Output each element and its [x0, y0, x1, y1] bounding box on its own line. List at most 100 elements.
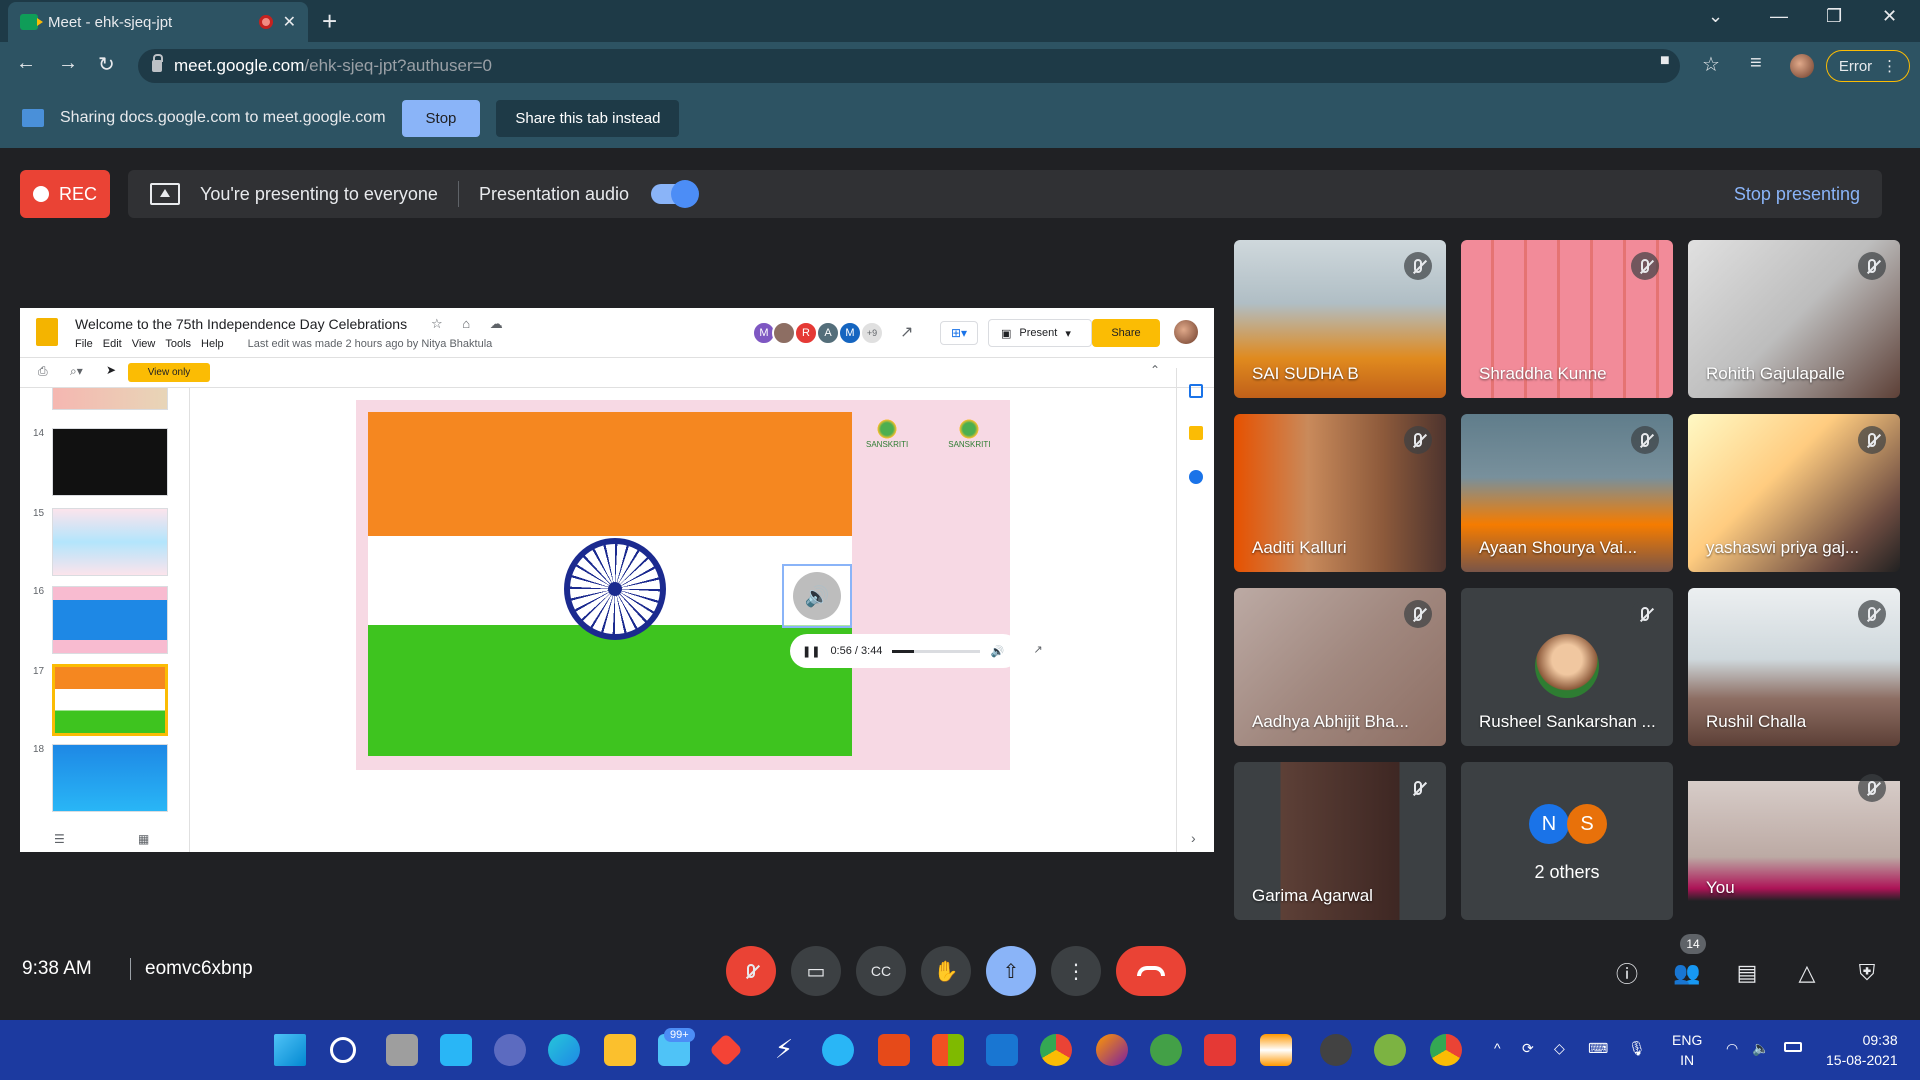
- error-button[interactable]: Error ⋮: [1826, 50, 1910, 82]
- camera-off-button[interactable]: ▭: [791, 946, 841, 996]
- collaborator-avatar[interactable]: A: [816, 321, 840, 345]
- grid-view-icon[interactable]: ▦: [138, 832, 149, 846]
- volume-icon[interactable]: 🔈: [1752, 1040, 1769, 1057]
- document-title[interactable]: Welcome to the 75th Independence Day Cel…: [75, 316, 407, 332]
- power-automate-icon[interactable]: ⚡: [768, 1034, 800, 1066]
- mic-off-button[interactable]: [726, 946, 776, 996]
- meeting-info-icon[interactable]: ⓘ: [1610, 956, 1644, 990]
- participant-tile-others[interactable]: N S 2 others: [1461, 762, 1673, 920]
- chrome-profile-icon[interactable]: [1430, 1034, 1462, 1066]
- audio-seek-bar[interactable]: [892, 649, 981, 653]
- menu-tools[interactable]: Tools: [165, 338, 191, 350]
- raise-hand-button[interactable]: ✋: [921, 946, 971, 996]
- participant-tile[interactable]: Aaditi Kalluri: [1234, 414, 1446, 572]
- more-collaborators-badge[interactable]: +9: [860, 321, 884, 345]
- activity-trend-icon[interactable]: ↗: [900, 322, 913, 342]
- keep-icon[interactable]: [1189, 426, 1203, 440]
- more-options-button[interactable]: ⋮: [1051, 946, 1101, 996]
- participant-tile[interactable]: Rusheel Sankarshan ...: [1461, 588, 1673, 746]
- tab-search-icon[interactable]: ⌄: [1708, 6, 1723, 27]
- microphone-icon[interactable]: 🎙: [1628, 1040, 1646, 1057]
- cursor-select-icon[interactable]: ➤: [106, 363, 116, 377]
- show-hidden-icons[interactable]: ^: [1494, 1040, 1501, 1056]
- language-indicator[interactable]: ENG IN: [1672, 1030, 1702, 1070]
- menu-help[interactable]: Help: [201, 338, 224, 350]
- collapse-chevron-icon[interactable]: ⌃: [1150, 363, 1160, 377]
- minimize-button[interactable]: —: [1770, 6, 1788, 27]
- edge-icon[interactable]: [548, 1034, 580, 1066]
- view-only-badge[interactable]: View only: [128, 363, 210, 382]
- leave-call-button[interactable]: [1116, 946, 1186, 996]
- utorrent-icon[interactable]: [1374, 1034, 1406, 1066]
- tasks-icon[interactable]: [1189, 470, 1203, 484]
- bookmark-star-icon[interactable]: ☆: [1702, 52, 1720, 77]
- teams-chat-icon[interactable]: [494, 1034, 526, 1066]
- battery-icon[interactable]: [1784, 1042, 1802, 1052]
- telegram-icon[interactable]: [822, 1034, 854, 1066]
- activities-icon[interactable]: △: [1790, 956, 1824, 990]
- close-window-button[interactable]: ✕: [1882, 6, 1897, 27]
- media-control-icon[interactable]: ≡: [1750, 52, 1762, 75]
- back-icon[interactable]: ←: [16, 52, 36, 75]
- star-icon[interactable]: ☆ ⌂ ☁: [431, 316, 511, 332]
- participant-tile[interactable]: Garima Agarwal: [1234, 762, 1446, 920]
- captions-button[interactable]: CC: [856, 946, 906, 996]
- close-tab-icon[interactable]: ✕: [283, 12, 296, 32]
- participant-tile[interactable]: Rohith Gajulapalle: [1688, 240, 1900, 398]
- restore-button[interactable]: ❐: [1826, 6, 1842, 27]
- slide-thumbnail[interactable]: [52, 428, 168, 496]
- stop-sharing-button[interactable]: Stop: [401, 99, 481, 137]
- participant-tile[interactable]: yashaswi priya gaj...: [1688, 414, 1900, 572]
- office-icon[interactable]: [878, 1034, 910, 1066]
- new-tab-button[interactable]: +: [322, 6, 337, 37]
- keyboard-icon[interactable]: ⌨: [1588, 1040, 1608, 1057]
- pause-icon[interactable]: ❚❚: [802, 645, 820, 658]
- profile-avatar[interactable]: [1790, 54, 1814, 78]
- participant-tile[interactable]: Aadhya Abhijit Bha...: [1234, 588, 1446, 746]
- collaborator-avatar[interactable]: M: [838, 321, 862, 345]
- vscode-icon[interactable]: [986, 1034, 1018, 1066]
- meeting-code[interactable]: eomvc6xbnp: [130, 958, 253, 980]
- volume-icon[interactable]: 🔊: [990, 645, 1004, 658]
- browser-tab[interactable]: Meet - ehk-sjeq-jpt ✕: [8, 2, 308, 42]
- menu-view[interactable]: View: [132, 338, 156, 350]
- menu-edit[interactable]: Edit: [103, 338, 122, 350]
- host-controls-icon[interactable]: ⛨: [1850, 956, 1884, 990]
- dropbox-icon[interactable]: ◇: [1554, 1040, 1565, 1057]
- system-clock[interactable]: 09:38 15-08-2021: [1826, 1030, 1898, 1070]
- participant-tile[interactable]: Ayaan Shourya Vai...: [1461, 414, 1673, 572]
- audio-object[interactable]: 🔊: [782, 564, 852, 628]
- user-avatar[interactable]: [1174, 320, 1198, 344]
- people-icon[interactable]: 👥: [1670, 956, 1704, 990]
- collaborator-avatar[interactable]: [772, 321, 796, 345]
- collaborator-avatar[interactable]: R: [794, 321, 818, 345]
- participant-tile-self[interactable]: You: [1688, 762, 1900, 920]
- sync-icon[interactable]: ⟳: [1522, 1040, 1534, 1057]
- reload-icon[interactable]: ↻: [98, 52, 115, 77]
- task-view-icon[interactable]: [386, 1034, 418, 1066]
- participant-tile[interactable]: Rushil Challa: [1688, 588, 1900, 746]
- vlc-icon[interactable]: [1260, 1034, 1292, 1066]
- zoom-icon[interactable]: ⌕▾: [70, 364, 83, 379]
- expand-panel-icon[interactable]: ›: [1191, 830, 1196, 846]
- xbox-icon[interactable]: [1320, 1034, 1352, 1066]
- forward-icon[interactable]: →: [58, 52, 78, 75]
- present-button[interactable]: ▣ Present ▾: [988, 319, 1092, 347]
- slide-thumbnail[interactable]: [52, 586, 168, 654]
- camera-icon[interactable]: ■: [1660, 52, 1670, 70]
- presentation-audio-toggle[interactable]: [651, 180, 700, 208]
- gmail-icon[interactable]: [1204, 1034, 1236, 1066]
- print-icon[interactable]: ⎙: [38, 364, 48, 379]
- slide-thumbnail[interactable]: [52, 744, 168, 812]
- file-explorer-icon[interactable]: [604, 1034, 636, 1066]
- filmstrip-view-icon[interactable]: ☰: [54, 832, 65, 846]
- menu-file[interactable]: File: [75, 338, 93, 350]
- calendar-icon[interactable]: [1189, 384, 1203, 398]
- share-this-tab-button[interactable]: Share this tab instead: [496, 99, 680, 137]
- slide-thumbnail-selected[interactable]: [52, 664, 168, 736]
- widgets-icon[interactable]: [440, 1034, 472, 1066]
- microsoft-store-icon[interactable]: [932, 1034, 964, 1066]
- participant-tile[interactable]: Shraddha Kunne: [1461, 240, 1673, 398]
- whatsapp-icon[interactable]: [1150, 1034, 1182, 1066]
- recording-badge[interactable]: REC: [20, 170, 110, 218]
